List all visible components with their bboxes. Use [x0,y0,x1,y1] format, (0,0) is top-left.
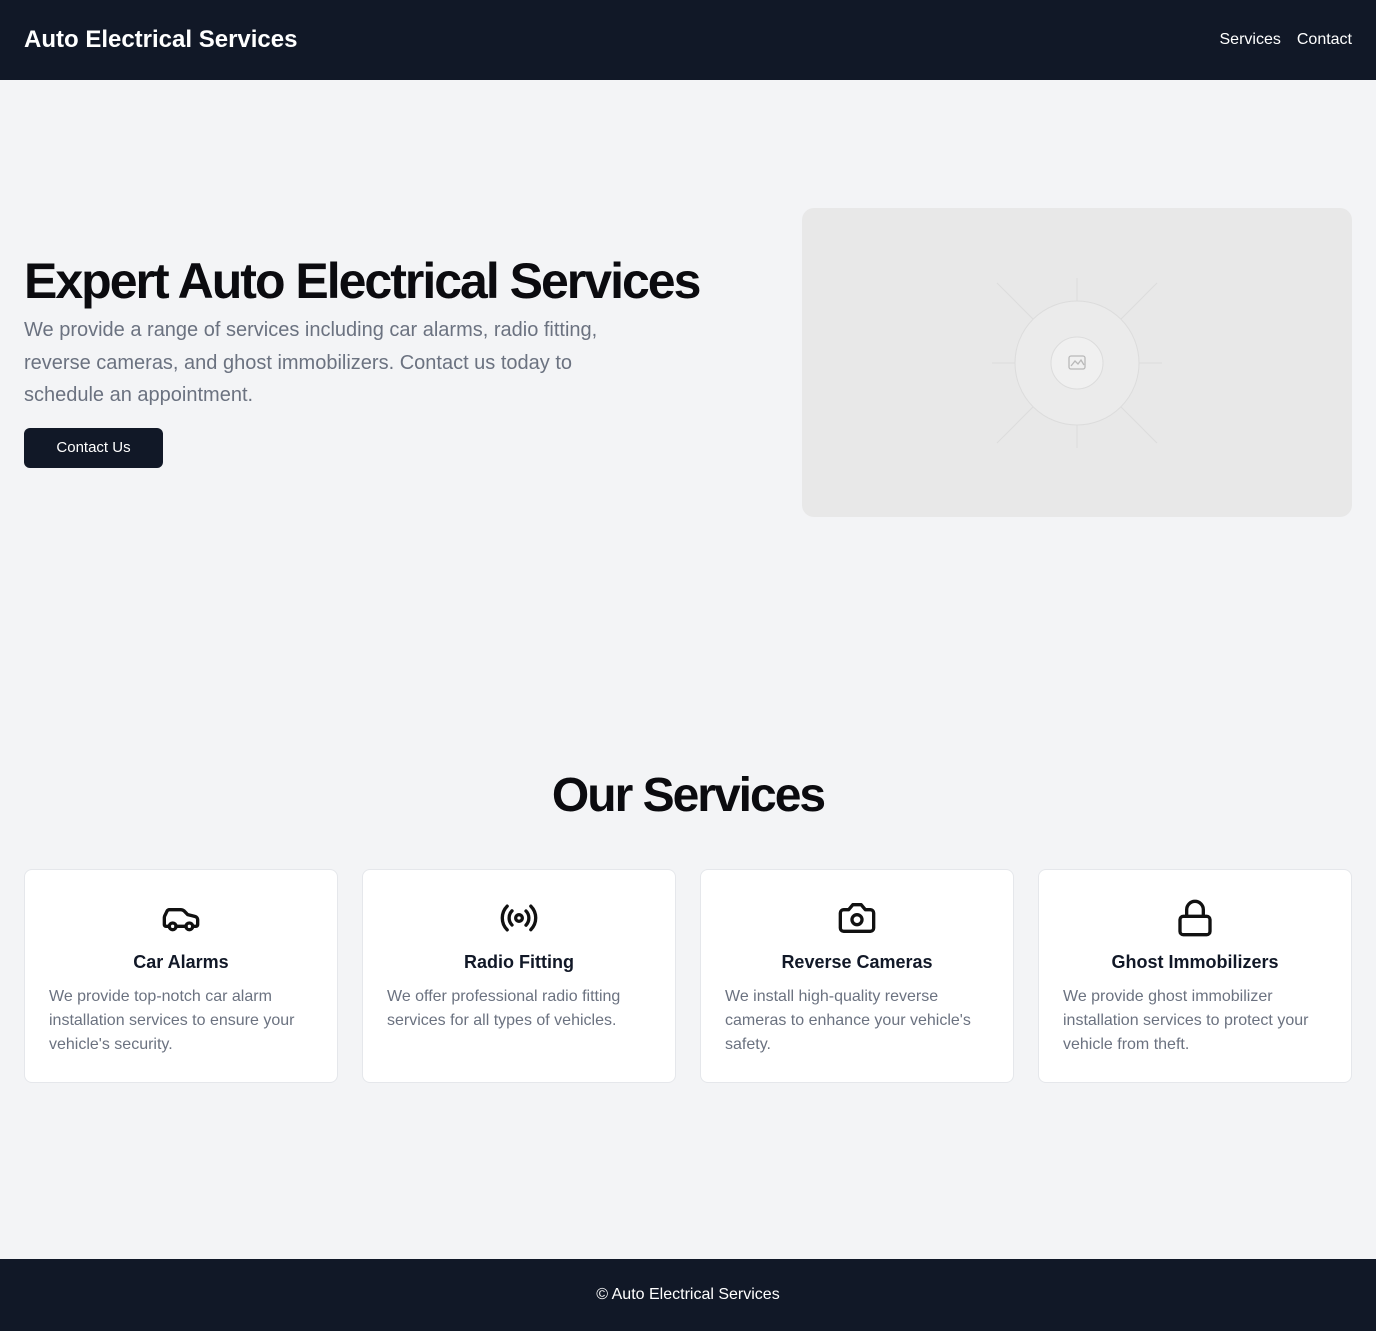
site-header: Auto Electrical Services Services Contac… [0,0,1376,80]
hero-title: Expert Auto Electrical Services [24,253,701,309]
hero-section: Expert Auto Electrical Services We provi… [24,250,724,468]
hero-description: We provide a range of services including… [24,319,598,406]
site-footer: © Auto Electrical Services [0,1259,1376,1331]
service-card-radio-fitting: Radio Fitting We offer professional radi… [362,869,676,1083]
services-list: Car Alarms We provide top-notch car alar… [24,869,1352,1083]
service-description: We offer professional radio fitting serv… [387,988,621,1029]
services-title: Our Services [551,769,826,822]
nav-link-contact[interactable]: Contact [1297,31,1352,49]
service-description: We install high-quality reverse cameras … [725,988,971,1053]
main-nav: Services Contact [1220,31,1353,49]
service-description: We provide ghost immobilizer installatio… [1063,988,1309,1053]
nav-link-services[interactable]: Services [1220,31,1281,49]
car-icon [161,898,201,938]
brand-title[interactable]: Auto Electrical Services [24,26,297,54]
footer-copyright: © Auto Electrical Services [596,1286,780,1303]
service-description: We provide top-notch car alarm installat… [49,988,295,1053]
service-title: Car Alarms [133,952,229,972]
hero-image-placeholder [802,208,1352,517]
service-card-car-alarms: Car Alarms We provide top-notch car alar… [24,869,338,1083]
service-card-reverse-cameras: Reverse Cameras We install high-quality … [700,869,1014,1083]
radio-icon [499,898,539,938]
image-placeholder-graphic [992,278,1162,448]
service-title: Radio Fitting [464,952,574,972]
contact-us-button[interactable]: Contact Us [24,427,163,468]
camera-icon [837,898,877,938]
service-title: Ghost Immobilizers [1111,952,1279,972]
service-title: Reverse Cameras [781,952,933,972]
service-card-ghost-immobilizers: Ghost Immobilizers We provide ghost immo… [1038,869,1352,1083]
lock-icon [1175,898,1215,938]
